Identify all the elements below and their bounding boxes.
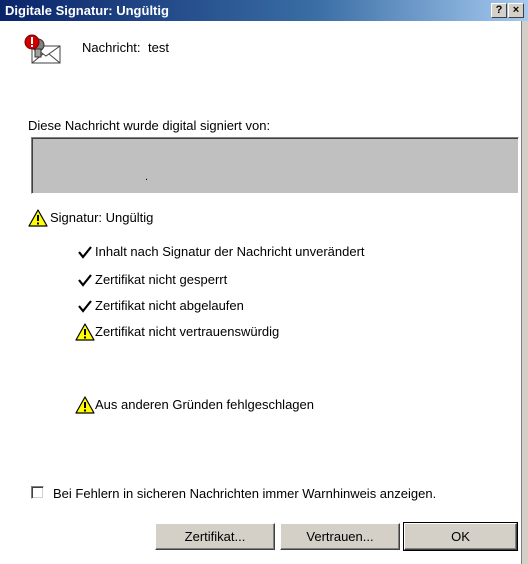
warning-icon	[28, 209, 48, 227]
signature-status: Signatur: Ungültig	[50, 210, 154, 225]
dialog-body	[0, 21, 521, 564]
signed-mail-error-icon	[24, 34, 61, 64]
check-item: Zertifikat nicht abgelaufen	[95, 298, 244, 313]
message-label: Nachricht:	[82, 40, 141, 55]
message-subject: test	[148, 40, 169, 55]
help-button[interactable]: ?	[491, 3, 507, 18]
signer-box-edge	[32, 138, 518, 193]
checkmark-icon	[78, 246, 92, 259]
checkmark-icon	[78, 300, 92, 313]
signer-box: .	[31, 137, 519, 194]
always-warn-checkbox[interactable]	[31, 486, 44, 499]
check-item: Aus anderen Gründen fehlgeschlagen	[95, 397, 314, 412]
signed-by-label: Diese Nachricht wurde digital signiert v…	[28, 118, 271, 133]
check-item: Zertifikat nicht vertrauenswürdig	[95, 324, 280, 339]
signer-text: .	[145, 171, 149, 183]
window-border	[521, 21, 528, 564]
close-button[interactable]: ×	[508, 3, 524, 18]
certificate-button[interactable]: Zertifikat...	[155, 523, 275, 550]
trust-button[interactable]: Vertrauen...	[280, 523, 400, 550]
window-title: Digitale Signatur: Ungültig	[5, 3, 169, 18]
check-item: Zertifikat nicht gesperrt	[95, 272, 228, 287]
checkmark-icon	[78, 274, 92, 287]
always-warn-label[interactable]: Bei Fehlern in sicheren Nachrichten imme…	[53, 486, 436, 501]
ok-button[interactable]: OK	[403, 522, 518, 551]
check-item: Inhalt nach Signatur der Nachricht unver…	[95, 244, 365, 259]
warning-icon	[75, 396, 95, 414]
title-bar: Digitale Signatur: Ungültig ? ×	[0, 0, 528, 21]
warning-icon	[75, 323, 95, 341]
